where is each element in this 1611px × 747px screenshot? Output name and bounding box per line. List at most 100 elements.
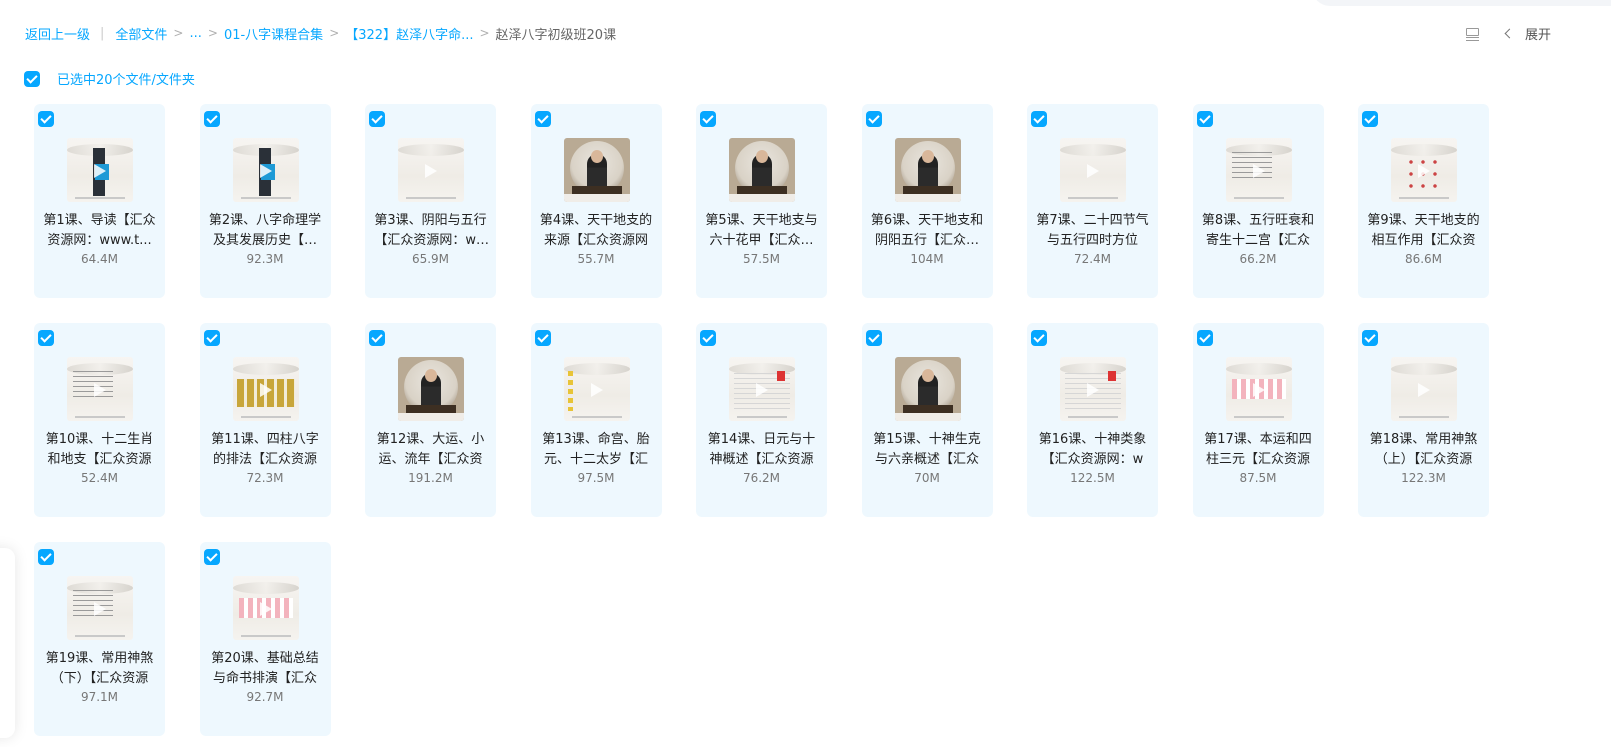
file-checkbox[interactable]: [369, 111, 385, 127]
file-card[interactable]: 第15课、十神生克与六亲概述【汇众 70M: [861, 323, 993, 517]
file-name: 第13课、命宫、胎元、十二太岁【汇: [542, 432, 650, 467]
file-checkbox[interactable]: [203, 111, 220, 127]
file-card[interactable]: 第1课、导读【汇众资源网：www.t... 64.4M: [34, 104, 165, 298]
expand-button[interactable]: 展开: [1504, 24, 1551, 43]
file-card[interactable]: 第14课、日元与十神概述【汇众资源 76.2M: [696, 323, 827, 517]
file-card[interactable]: 第4课、天干地支的来源【汇众资源网 55.7M: [530, 104, 662, 298]
play-icon: [1252, 383, 1265, 397]
breadcrumb-item-parent-folder[interactable]: 【322】赵泽八字命...: [345, 24, 473, 43]
play-icon: [259, 164, 272, 178]
file-name: 第19课、常用神煞（下）【汇众资源: [45, 651, 154, 686]
file-checkbox[interactable]: [369, 330, 385, 346]
file-name: 第7课、二十四节气与五行四时方位: [1036, 213, 1149, 248]
file-card[interactable]: 第13课、命宫、胎元、十二太岁【汇 97.5M: [530, 323, 662, 517]
file-size: 87.5M: [1239, 471, 1277, 485]
video-thumbnail: [563, 138, 630, 202]
file-card[interactable]: 第20课、基础总结与命书排演【汇众 92.7M: [199, 542, 331, 736]
file-size: 57.5M: [742, 252, 781, 266]
breadcrumb-item-ellipsis[interactable]: ...: [189, 26, 201, 41]
file-size: 97.1M: [80, 690, 119, 704]
file-checkbox[interactable]: [865, 111, 882, 127]
file-grid: 第1课、导读【汇众资源网：www.t... 64.4M 第2课、八字命理学及其发展历…: [34, 104, 1489, 736]
file-card[interactable]: 第7课、二十四节气与五行四时方位 72.4M: [1027, 104, 1158, 298]
file-name: 第12课、大运、小运、流年【汇众资: [376, 432, 485, 467]
file-card[interactable]: 第12课、大运、小运、流年【汇众资 191.2M: [365, 323, 496, 517]
breadcrumb-item-current: 赵泽八字初级班20课: [495, 27, 617, 43]
video-thumbnail: [894, 138, 961, 202]
video-thumbnail: [232, 138, 299, 202]
video-thumbnail: [1060, 357, 1126, 421]
chevron-left-icon: [1504, 28, 1515, 39]
file-checkbox[interactable]: [203, 330, 220, 346]
play-icon: [425, 164, 437, 178]
list-view-icon[interactable]: [1464, 26, 1480, 42]
video-thumbnail: [1060, 138, 1126, 202]
breadcrumb-separator-icon: >: [329, 26, 340, 40]
file-name: 第17课、本运和四柱三元【汇众资源: [1204, 432, 1312, 467]
file-card[interactable]: 第11课、四柱八字的排法【汇众资源 72.3M: [199, 323, 331, 517]
file-card[interactable]: 第17课、本运和四柱三元【汇众资源 87.5M: [1192, 323, 1324, 517]
file-size: 76.2M: [742, 471, 781, 485]
breadcrumb-divider: |: [100, 25, 105, 41]
file-size: 70M: [914, 471, 940, 485]
breadcrumb: 返回上一级 | 全部文件 > ... > 01-八字课程合集 > 【322】赵泽…: [25, 24, 617, 43]
file-checkbox[interactable]: [1031, 330, 1047, 346]
file-card[interactable]: 第19课、常用神煞（下）【汇众资源 97.1M: [34, 542, 165, 736]
file-checkbox[interactable]: [700, 330, 716, 346]
breadcrumb-separator-icon: >: [173, 26, 184, 40]
file-checkbox[interactable]: [1362, 111, 1378, 127]
play-icon: [756, 383, 768, 397]
file-card[interactable]: 第8课、五行旺衰和寄生十二宫【汇众 66.2M: [1192, 104, 1324, 298]
file-size: 72.3M: [246, 471, 284, 485]
file-name: 第15课、十神生克与六亲概述【汇众: [873, 432, 981, 467]
file-size: 52.4M: [80, 471, 119, 485]
play-icon: [1418, 164, 1430, 178]
file-checkbox[interactable]: [1362, 330, 1378, 346]
file-card[interactable]: 第16课、十神类象【汇众资源网：w 122.5M: [1027, 323, 1158, 517]
file-name: 第6课、天干地支和阴阳五行【汇众资源: [870, 213, 984, 248]
file-checkbox[interactable]: [38, 549, 54, 565]
file-name: 第5课、天干地支与六十花甲【汇众资源: [705, 213, 818, 248]
file-checkbox[interactable]: [700, 111, 716, 127]
play-icon: [259, 602, 272, 616]
file-name: 第11课、四柱八字的排法【汇众资源: [211, 432, 319, 467]
play-icon: [94, 602, 106, 616]
video-thumbnail: [729, 357, 795, 421]
back-link[interactable]: 返回上一级: [25, 24, 90, 43]
file-checkbox[interactable]: [1196, 330, 1213, 346]
file-checkbox[interactable]: [865, 330, 882, 346]
file-name: 第10课、十二生肖和地支【汇众资源: [45, 432, 154, 467]
search-bar-edge[interactable]: [1312, 0, 1611, 6]
file-checkbox[interactable]: [1196, 111, 1213, 127]
file-card[interactable]: 第2课、八字命理学及其发展历史【汇众资源网 92.3M: [199, 104, 331, 298]
file-name: 第1课、导读【汇众资源网：www.t...: [43, 213, 156, 248]
file-checkbox[interactable]: [534, 111, 551, 127]
file-size: 92.7M: [246, 690, 284, 704]
file-card[interactable]: 第3课、阴阳与五行【汇众资源网：www 65.9M: [365, 104, 496, 298]
select-all-checkbox[interactable]: [24, 70, 40, 87]
file-size: 122.3M: [1401, 471, 1446, 485]
breadcrumb-item-all-files[interactable]: 全部文件: [115, 24, 167, 43]
file-card[interactable]: 第6课、天干地支和阴阳五行【汇众资源 104M: [861, 104, 993, 298]
file-checkbox[interactable]: [534, 330, 551, 346]
play-icon: [94, 383, 106, 397]
breadcrumb-item-course-collection[interactable]: 01-八字课程合集: [224, 24, 323, 43]
file-size: 66.2M: [1239, 252, 1277, 266]
video-thumbnail: [67, 138, 133, 202]
file-name: 第2课、八字命理学及其发展历史【汇众资源网: [208, 213, 322, 248]
file-size: 65.9M: [411, 252, 450, 266]
file-checkbox[interactable]: [203, 549, 220, 565]
file-checkbox[interactable]: [38, 330, 54, 346]
file-name: 第16课、十神类象【汇众资源网：w: [1038, 432, 1147, 467]
file-checkbox[interactable]: [38, 111, 54, 127]
file-name: 第18课、常用神煞（上）【汇众资源: [1369, 432, 1478, 467]
file-checkbox[interactable]: [1031, 111, 1047, 127]
breadcrumb-separator-icon: >: [207, 26, 218, 40]
file-card[interactable]: 第18课、常用神煞（上）【汇众资源 122.3M: [1358, 323, 1489, 517]
file-card[interactable]: 第10课、十二生肖和地支【汇众资源 52.4M: [34, 323, 165, 517]
side-panel-edge: [0, 548, 15, 738]
file-name: 第4课、天干地支的来源【汇众资源网: [539, 213, 653, 248]
select-all-bar: 已选中20个文件/文件夹: [24, 69, 195, 88]
file-card[interactable]: 第9课、天干地支的相互作用【汇众资 86.6M: [1358, 104, 1489, 298]
file-card[interactable]: 第5课、天干地支与六十花甲【汇众资源 57.5M: [696, 104, 827, 298]
